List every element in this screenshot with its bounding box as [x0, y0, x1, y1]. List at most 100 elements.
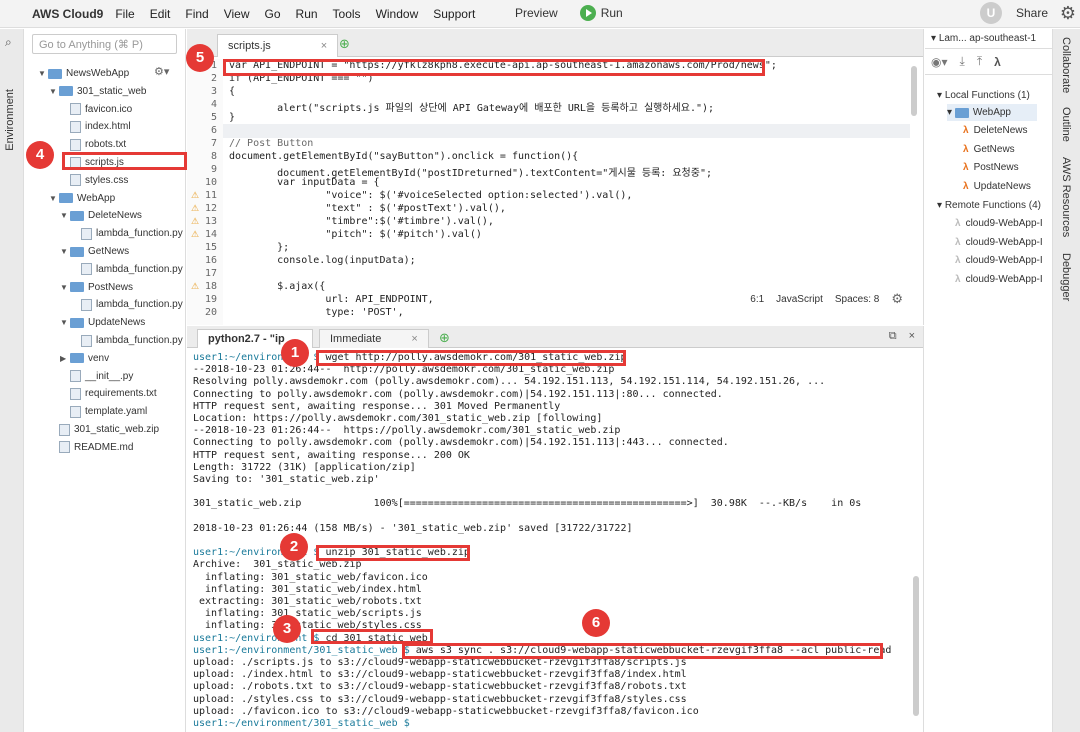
- tree-folder[interactable]: ▼ NewsWebApp: [38, 65, 129, 82]
- close-icon[interactable]: ×: [321, 40, 327, 52]
- menu-support[interactable]: Support: [433, 7, 475, 21]
- tab-scripts-js[interactable]: scripts.js ×: [217, 34, 339, 57]
- menu-window[interactable]: Window: [376, 7, 419, 21]
- menu-file[interactable]: File: [115, 7, 134, 21]
- tree-label: 301_static_web.zip: [74, 424, 160, 435]
- tree-folder[interactable]: ▼ PostNews: [60, 279, 133, 296]
- local-function-item[interactable]: λ GetNews: [963, 141, 1015, 158]
- lambda-icon[interactable]: λ: [994, 55, 1001, 69]
- chevron-right-icon[interactable]: ▶: [60, 354, 70, 363]
- menu-go[interactable]: Go: [265, 7, 281, 21]
- chevron-down-icon[interactable]: ▾: [931, 33, 939, 44]
- region-label[interactable]: Lam... ap-southeast-1: [939, 33, 1036, 44]
- tree-folder[interactable]: ▼ DeleteNews: [60, 207, 142, 224]
- chevron-down-icon[interactable]: ▼: [49, 87, 59, 96]
- tab-collaborate[interactable]: Collaborate: [1060, 37, 1072, 93]
- tab-environment[interactable]: Environment: [4, 89, 16, 151]
- add-tab-icon[interactable]: ⊕: [439, 330, 450, 346]
- line-number: 19: [204, 294, 217, 305]
- tree-file[interactable]: lambda_function.py: [71, 261, 183, 278]
- tree-file[interactable]: lambda_function.py: [71, 332, 183, 349]
- tree-file[interactable]: index.html: [60, 118, 131, 135]
- tree-folder[interactable]: ▼ GetNews: [60, 243, 129, 260]
- chevron-down-icon[interactable]: ▼: [60, 283, 70, 292]
- tab-debugger[interactable]: Debugger: [1060, 253, 1072, 301]
- editor-gear-icon[interactable]: ⚙: [891, 291, 903, 307]
- remote-functions-group[interactable]: ▾ Remote Functions (4): [937, 197, 1041, 214]
- upload-icon[interactable]: ⤒: [977, 54, 982, 69]
- tree-file[interactable]: robots.txt: [60, 136, 126, 153]
- right-panel-tabs: Collaborate Outline AWS Resources Debugg…: [1052, 29, 1080, 732]
- gear-icon[interactable]: ⚙: [1056, 3, 1080, 24]
- chevron-down-icon[interactable]: ▼: [60, 318, 70, 327]
- tree-folder[interactable]: ▶ venv: [60, 350, 109, 367]
- menu-edit[interactable]: Edit: [150, 7, 171, 21]
- code-line: $.ajax({: [229, 281, 326, 292]
- file-icon: [70, 103, 81, 116]
- terminal-scrollbar[interactable]: [913, 576, 919, 716]
- add-tab-icon[interactable]: ⊕: [339, 36, 350, 52]
- local-function-item[interactable]: λ UpdateNews: [963, 178, 1031, 195]
- warning-icon[interactable]: ⚠: [191, 203, 199, 214]
- avatar[interactable]: U: [979, 2, 1002, 24]
- tree-file[interactable]: requirements.txt: [60, 385, 157, 402]
- menu-run[interactable]: Run: [296, 7, 318, 21]
- close-panel-icon[interactable]: ×: [909, 330, 915, 343]
- local-function-item[interactable]: λ PostNews: [963, 159, 1019, 176]
- download-icon[interactable]: ⤓: [960, 54, 965, 69]
- tree-file[interactable]: __init__.py: [60, 368, 133, 385]
- tree-folder[interactable]: ▼ 301_static_web: [49, 83, 147, 100]
- lambda-toolbar: ◉▾ ⤓ ⤒ λ: [925, 49, 1052, 75]
- menu-view[interactable]: View: [224, 7, 250, 21]
- function-label: GetNews: [973, 143, 1015, 155]
- remote-function-item[interactable]: λ cloud9-WebApp-I: [955, 215, 1043, 232]
- run-lambda-icon[interactable]: ◉▾: [931, 55, 948, 69]
- tree-file[interactable]: lambda_function.py: [71, 225, 183, 242]
- search-icon[interactable]: ⌕: [5, 35, 12, 50]
- chevron-down-icon[interactable]: ▼: [60, 211, 70, 220]
- warning-icon[interactable]: ⚠: [191, 216, 199, 227]
- tab-outline[interactable]: Outline: [1060, 107, 1072, 142]
- editor-scrollbar[interactable]: [911, 66, 917, 116]
- goto-anything-input[interactable]: Go to Anything (⌘ P): [32, 34, 177, 54]
- remote-function-item[interactable]: λ cloud9-WebApp-I: [955, 252, 1043, 269]
- remote-function-item[interactable]: λ cloud9-WebApp-I: [955, 271, 1043, 288]
- preview-button[interactable]: Preview: [515, 6, 558, 20]
- menu-tools[interactable]: Tools: [333, 7, 361, 21]
- maximize-icon[interactable]: ⧉: [889, 330, 897, 343]
- chevron-down-icon[interactable]: ▼: [60, 247, 70, 256]
- function-label: cloud9-WebApp-I: [965, 218, 1043, 229]
- cursor-position[interactable]: 6:1: [750, 294, 764, 305]
- remote-function-item[interactable]: λ cloud9-WebApp-I: [955, 234, 1043, 251]
- indent-setting[interactable]: Spaces: 8: [835, 294, 879, 305]
- local-functions-group[interactable]: ▾ Local Functions (1): [937, 87, 1030, 104]
- tree-folder[interactable]: ▼ UpdateNews: [60, 314, 145, 331]
- share-button[interactable]: Share: [1016, 6, 1048, 20]
- tree-file[interactable]: favicon.ico: [60, 101, 132, 118]
- tree-settings-gear-icon[interactable]: ⚙▾: [154, 65, 169, 78]
- webapp-node[interactable]: ▾ WebApp: [947, 104, 1037, 121]
- warning-icon[interactable]: ⚠: [191, 229, 199, 240]
- tree-label: venv: [88, 352, 110, 364]
- close-icon[interactable]: ×: [411, 333, 417, 345]
- code-line: url: API_ENDPOINT,: [229, 294, 434, 305]
- menu-find[interactable]: Find: [185, 7, 208, 21]
- terminal-text: upload: ./robots.txt to s3://cloud9-weba…: [193, 681, 687, 693]
- terminal-text: 2018-10-23 01:26:44 (158 MB/s) - '301_st…: [193, 522, 633, 534]
- tab-immediate[interactable]: Immediate ×: [319, 329, 429, 348]
- tree-file[interactable]: styles.css: [60, 172, 128, 189]
- run-button[interactable]: Run: [579, 5, 623, 21]
- language-mode[interactable]: JavaScript: [776, 294, 823, 305]
- warning-icon[interactable]: ⚠: [191, 281, 199, 292]
- chevron-down-icon[interactable]: ▼: [38, 69, 48, 78]
- tab-aws-resources[interactable]: AWS Resources: [1060, 157, 1072, 237]
- tree-folder[interactable]: ▼ WebApp: [49, 190, 115, 207]
- tree-file[interactable]: README.md: [49, 439, 133, 456]
- tree-file[interactable]: template.yaml: [60, 403, 147, 420]
- tree-file[interactable]: 301_static_web.zip: [49, 421, 159, 438]
- local-function-item[interactable]: λ DeleteNews: [963, 122, 1027, 139]
- line-number: 11: [204, 190, 217, 201]
- warning-icon[interactable]: ⚠: [191, 190, 199, 201]
- chevron-down-icon[interactable]: ▼: [49, 194, 59, 203]
- tree-file[interactable]: lambda_function.py: [71, 296, 183, 313]
